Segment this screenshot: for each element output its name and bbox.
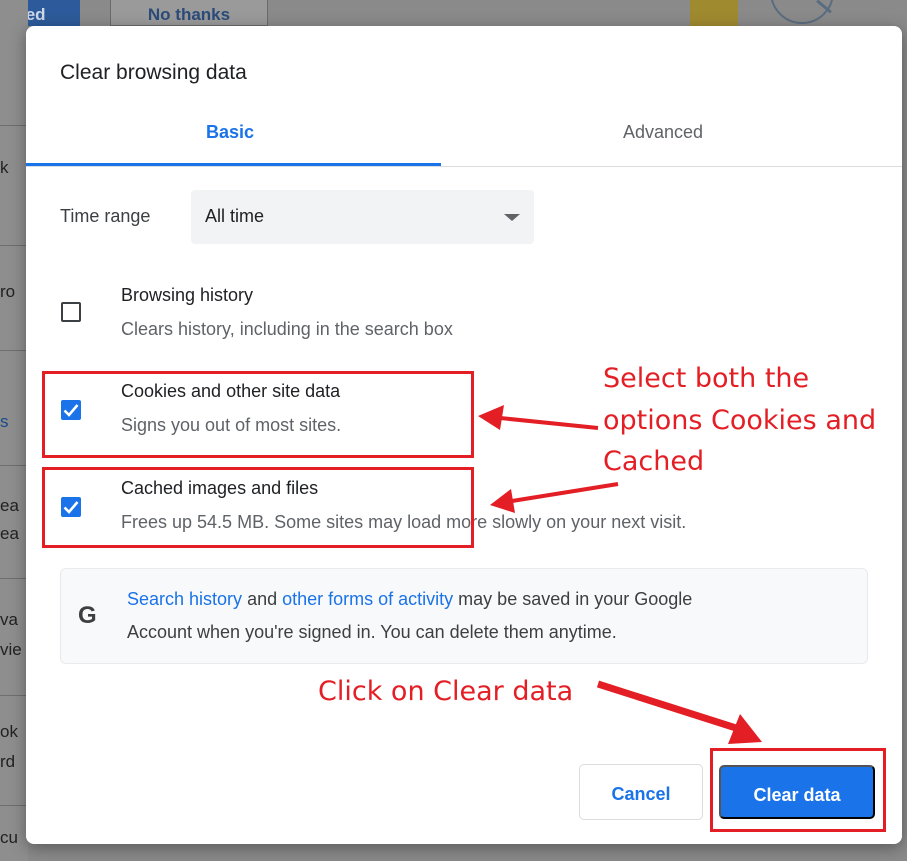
annotation-arrow-cached xyxy=(511,482,619,503)
annotation-arrows xyxy=(478,405,762,744)
annotation-arrowhead-cached xyxy=(490,489,515,513)
annotation-arrow-cookies xyxy=(499,416,599,430)
annotation-arrow-clear xyxy=(596,680,738,732)
annotation-arrowhead-cookies xyxy=(478,405,504,430)
